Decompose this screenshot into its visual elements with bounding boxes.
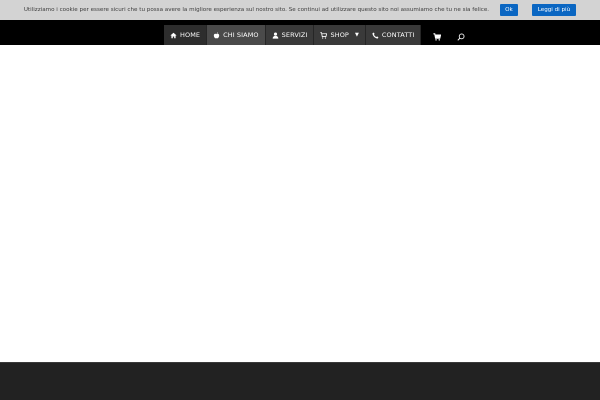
nav-item-label: CONTATTI: [381, 31, 415, 39]
nav-item-home[interactable]: HOME: [164, 25, 208, 45]
nav-item-shop[interactable]: SHOP ▼: [314, 25, 366, 45]
phone-icon: [372, 32, 379, 39]
nav-item-label: SHOP: [330, 31, 349, 39]
page-content: [0, 45, 600, 362]
cart-icon: [433, 26, 442, 45]
cookie-notice-bar: Utilizziamo i cookie per essere sicuri c…: [0, 0, 600, 20]
main-navbar: HOME CHI SIAMO SERVIZI SHOP ▼ CONTATTI: [0, 20, 600, 45]
cookie-notice-text: Utilizziamo i cookie per essere sicuri c…: [23, 7, 490, 13]
cookie-ok-button[interactable]: Ok: [500, 4, 518, 16]
nav-item-label: CHI SIAMO: [223, 31, 259, 39]
nav-item-contatti[interactable]: CONTATTI: [365, 25, 422, 45]
page-footer: [0, 362, 600, 400]
main-menu: HOME CHI SIAMO SERVIZI SHOP ▼ CONTATTI: [164, 25, 471, 45]
nav-item-servizi[interactable]: SERVIZI: [265, 25, 315, 45]
nav-item-label: SERVIZI: [281, 31, 308, 39]
cart-icon: [320, 31, 328, 39]
header-cart-button[interactable]: [427, 25, 447, 45]
chevron-down-icon: ▼: [354, 32, 359, 38]
header-search-button[interactable]: [451, 25, 471, 45]
nav-item-label: HOME: [180, 31, 201, 39]
nav-item-chi-siamo[interactable]: CHI SIAMO: [207, 25, 266, 45]
apple-icon: [213, 31, 220, 39]
cookie-read-more-button[interactable]: Leggi di più: [531, 4, 577, 16]
home-icon: [170, 32, 177, 39]
user-icon: [272, 32, 279, 39]
search-icon: [457, 26, 465, 45]
